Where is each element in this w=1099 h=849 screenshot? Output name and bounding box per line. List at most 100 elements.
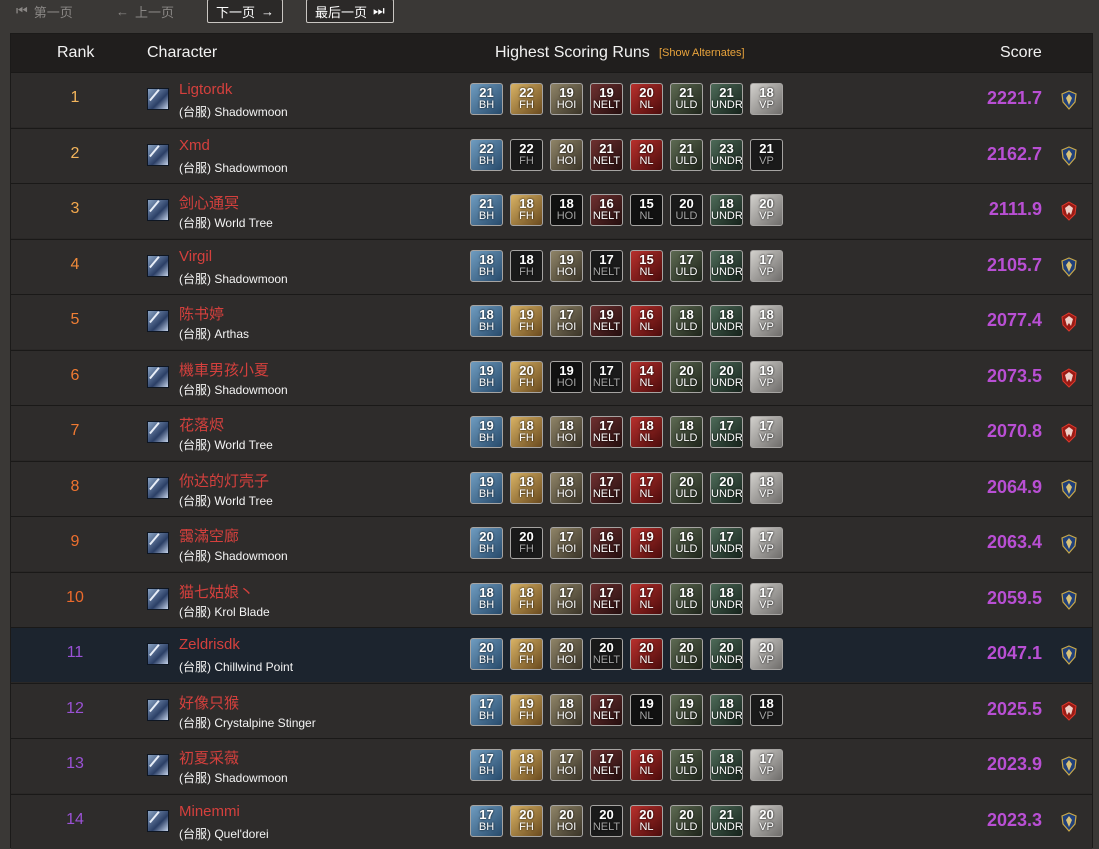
dungeon-run-hoi[interactable]: 20 HOI (550, 804, 583, 837)
character-name-link[interactable]: 猫七姑娘丶 (179, 581, 254, 602)
dungeon-run-uld[interactable]: 17 ULD (670, 249, 703, 282)
character-name-link[interactable]: 花落烬 (179, 414, 224, 435)
dungeon-run-fh[interactable]: 20 FH (510, 804, 543, 837)
prev-page-link[interactable]: ← 上一页 (116, 0, 174, 22)
dungeon-run-nl[interactable]: 16 NL (630, 305, 663, 337)
dungeon-run-bh[interactable]: 18 BH (470, 249, 503, 282)
dungeon-run-fh[interactable]: 22 FH (510, 138, 543, 171)
dungeon-run-fh[interactable]: 19 FH (510, 305, 543, 337)
dungeon-run-fh[interactable]: 18 FH (510, 416, 543, 448)
dungeon-run-undr[interactable]: 18 UNDR (710, 582, 743, 615)
table-row[interactable]: 5 陈书婷 (台服) Arthas 18 BH 19 FH 17 HOI 19 NELT 16 NL 18… (11, 294, 1092, 349)
dungeon-run-fh[interactable]: 18 FH (510, 471, 543, 504)
table-row[interactable]: 6 機車男孩小夏 (台服) Shadowmoon 19 BH 20 FH 19 HOI 17 NEL… (11, 349, 1092, 405)
dungeon-run-hoi[interactable]: 19 HOI (550, 83, 583, 115)
dungeon-run-nl[interactable]: 20 NL (630, 83, 663, 115)
dungeon-run-undr[interactable]: 20 UNDR (710, 638, 743, 670)
dungeon-run-fh[interactable]: 18 FH (510, 749, 543, 781)
dungeon-run-fh[interactable]: 20 FH (510, 360, 543, 393)
dungeon-run-nelt[interactable]: 19 NELT (590, 305, 623, 337)
dungeon-run-bh[interactable]: 19 BH (470, 360, 503, 393)
dungeon-run-vp[interactable]: 18 VP (750, 83, 783, 115)
dungeon-run-hoi[interactable]: 17 HOI (550, 582, 583, 615)
dungeon-run-hoi[interactable]: 20 HOI (550, 138, 583, 171)
dungeon-run-nl[interactable]: 17 NL (630, 471, 663, 504)
dungeon-run-nl[interactable]: 18 NL (630, 416, 663, 448)
dungeon-run-nelt[interactable]: 16 NELT (590, 527, 623, 559)
dungeon-run-undr[interactable]: 17 UNDR (710, 527, 743, 559)
dungeon-run-vp[interactable]: 20 VP (750, 804, 783, 837)
dungeon-run-fh[interactable]: 18 FH (510, 582, 543, 615)
table-row[interactable]: 2 Xmd (台服) Shadowmoon 22 BH 22 FH 20 HOI 21 NELT 20… (11, 127, 1092, 183)
dungeon-run-nl[interactable]: 20 NL (630, 804, 663, 837)
dungeon-run-nelt[interactable]: 17 NELT (590, 249, 623, 282)
table-row[interactable]: 8 你达的灯壳子 (台服) World Tree 19 BH 18 FH 18 HOI 17 NEL… (11, 460, 1092, 516)
last-page-button[interactable]: 最后一页 ⏭ (306, 0, 394, 23)
dungeon-run-vp[interactable]: 20 VP (750, 194, 783, 226)
dungeon-run-uld[interactable]: 21 ULD (670, 138, 703, 171)
dungeon-run-hoi[interactable]: 17 HOI (550, 527, 583, 559)
dungeon-run-undr[interactable]: 20 UNDR (710, 360, 743, 393)
dungeon-run-nelt[interactable]: 17 NELT (590, 416, 623, 448)
dungeon-run-uld[interactable]: 20 ULD (670, 804, 703, 837)
dungeon-run-bh[interactable]: 18 BH (470, 305, 503, 337)
dungeon-run-vp[interactable]: 18 VP (750, 693, 783, 726)
dungeon-run-uld[interactable]: 18 ULD (670, 305, 703, 337)
show-alternates-link[interactable]: [Show Alternates] (659, 34, 745, 72)
dungeon-run-hoi[interactable]: 18 HOI (550, 416, 583, 448)
table-row[interactable]: 10 猫七姑娘丶 (台服) Krol Blade 18 BH 18 FH 17 HOI 17 NEL… (11, 571, 1092, 627)
character-name-link[interactable]: Ligtordk (179, 81, 232, 98)
character-name-link[interactable]: 靄滿空廊 (179, 525, 239, 546)
dungeon-run-undr[interactable]: 17 UNDR (710, 416, 743, 448)
dungeon-run-bh[interactable]: 19 BH (470, 416, 503, 448)
dungeon-run-uld[interactable]: 20 ULD (670, 194, 703, 226)
dungeon-run-nelt[interactable]: 17 NELT (590, 749, 623, 781)
character-name-link[interactable]: Zeldrisdk (179, 636, 240, 653)
dungeon-run-undr[interactable]: 18 UNDR (710, 693, 743, 726)
dungeon-run-nelt[interactable]: 17 NELT (590, 582, 623, 615)
dungeon-run-nl[interactable]: 15 NL (630, 194, 663, 226)
dungeon-run-nelt[interactable]: 16 NELT (590, 194, 623, 226)
dungeon-run-hoi[interactable]: 17 HOI (550, 749, 583, 781)
table-row[interactable]: 13 初夏采薇 (台服) Shadowmoon 17 BH 18 FH 17 HOI 17 NELT… (11, 738, 1092, 793)
dungeon-run-undr[interactable]: 18 UNDR (710, 305, 743, 337)
table-row[interactable]: 7 花落烬 (台服) World Tree 19 BH 18 FH 18 HOI 17 NELT 18… (11, 405, 1092, 460)
dungeon-run-bh[interactable]: 17 BH (470, 804, 503, 837)
dungeon-run-vp[interactable]: 17 VP (750, 527, 783, 559)
dungeon-run-vp[interactable]: 20 VP (750, 638, 783, 670)
dungeon-run-bh[interactable]: 20 BH (470, 527, 503, 559)
dungeon-run-undr[interactable]: 20 UNDR (710, 471, 743, 504)
dungeon-run-undr[interactable]: 23 UNDR (710, 138, 743, 171)
dungeon-run-vp[interactable]: 18 VP (750, 305, 783, 337)
dungeon-run-vp[interactable]: 17 VP (750, 749, 783, 781)
dungeon-run-bh[interactable]: 21 BH (470, 194, 503, 226)
dungeon-run-uld[interactable]: 19 ULD (670, 693, 703, 726)
dungeon-run-nelt[interactable]: 20 NELT (590, 804, 623, 837)
dungeon-run-fh[interactable]: 20 FH (510, 638, 543, 670)
character-name-link[interactable]: 機車男孩小夏 (179, 359, 269, 380)
character-name-link[interactable]: 剑心通冥 (179, 192, 239, 213)
dungeon-run-vp[interactable]: 21 VP (750, 138, 783, 171)
dungeon-run-vp[interactable]: 18 VP (750, 471, 783, 504)
dungeon-run-fh[interactable]: 22 FH (510, 83, 543, 115)
dungeon-run-nl[interactable]: 20 NL (630, 638, 663, 670)
dungeon-run-uld[interactable]: 16 ULD (670, 527, 703, 559)
dungeon-run-bh[interactable]: 18 BH (470, 582, 503, 615)
dungeon-run-undr[interactable]: 18 UNDR (710, 194, 743, 226)
dungeon-run-fh[interactable]: 19 FH (510, 693, 543, 726)
table-row[interactable]: 12 好像只猴 (台服) Crystalpine Stinger 17 BH 19 FH 18… (11, 682, 1092, 738)
character-name-link[interactable]: 陈书婷 (179, 303, 224, 324)
dungeon-run-hoi[interactable]: 18 HOI (550, 693, 583, 726)
table-row[interactable]: 1 Ligtordk (台服) Shadowmoon 21 BH 22 FH 19 HOI 19 N… (11, 72, 1092, 127)
dungeon-run-fh[interactable]: 20 FH (510, 527, 543, 559)
table-row[interactable]: 4 Virgil (台服) Shadowmoon 18 BH 18 FH 19 HOI 17 NEL… (11, 238, 1092, 294)
dungeon-run-bh[interactable]: 19 BH (470, 471, 503, 504)
dungeon-run-nelt[interactable]: 17 NELT (590, 360, 623, 393)
dungeon-run-bh[interactable]: 20 BH (470, 638, 503, 670)
dungeon-run-vp[interactable]: 17 VP (750, 249, 783, 282)
dungeon-run-vp[interactable]: 19 VP (750, 360, 783, 393)
dungeon-run-hoi[interactable]: 20 HOI (550, 638, 583, 670)
next-page-button[interactable]: 下一页 → (207, 0, 284, 23)
dungeon-run-hoi[interactable]: 19 HOI (550, 249, 583, 282)
dungeon-run-vp[interactable]: 17 VP (750, 582, 783, 615)
